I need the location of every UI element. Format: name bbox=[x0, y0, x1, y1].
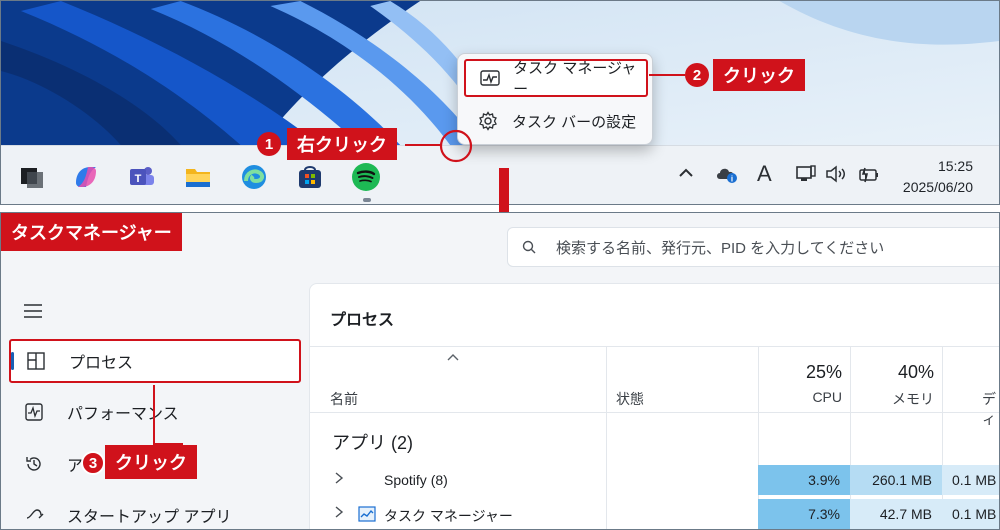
battery-icon[interactable] bbox=[857, 164, 881, 189]
nav-item-startup-apps[interactable]: スタートアップ アプリ bbox=[9, 493, 301, 529]
table-row[interactable]: Spotify (8) 3.9% 260.1 MB 0.1 MB bbox=[310, 465, 999, 495]
file-explorer-icon[interactable] bbox=[181, 160, 215, 194]
step-2-number: 2 bbox=[685, 63, 709, 87]
step-3-number: 3 bbox=[81, 451, 105, 475]
screenshot-stage: T i A 15:25 2025/06/20 タスク マネージャー タスク バー… bbox=[0, 0, 1000, 530]
search-input[interactable]: 検索する名前、発行元、PID を入力してください bbox=[507, 227, 999, 267]
processes-panel: プロセス 25% 40% 名前 状態 CPU メモリ ディ アプリ (2) Sp… bbox=[309, 283, 999, 529]
copilot-icon[interactable] bbox=[69, 160, 103, 194]
task-manager-title: タスクマネージャー bbox=[1, 213, 182, 251]
nav-item-label: パフォーマンス bbox=[67, 406, 179, 423]
column-header-cpu[interactable]: CPU bbox=[758, 389, 842, 405]
column-header-name[interactable]: 名前 bbox=[330, 389, 358, 409]
svg-text:i: i bbox=[731, 175, 733, 184]
chevron-up-icon[interactable] bbox=[677, 164, 695, 187]
teams-icon[interactable]: T bbox=[125, 160, 159, 194]
callout-connector bbox=[153, 385, 155, 443]
disk-cell: 0.1 MB bbox=[942, 499, 999, 529]
step-1-number: 1 bbox=[257, 132, 281, 156]
ime-label: A bbox=[757, 161, 772, 186]
table-row[interactable]: タスク マネージャー 7.3% 42.7 MB 0.1 MB bbox=[310, 499, 999, 529]
column-header-disk[interactable]: ディ bbox=[982, 389, 999, 429]
clock-date: 2025/06/20 bbox=[902, 179, 973, 195]
expand-chevron-icon[interactable] bbox=[334, 506, 344, 521]
clock-time: 15:25 bbox=[937, 158, 973, 174]
menu-item-task-manager[interactable]: タスク マネージャー bbox=[464, 59, 648, 98]
divider bbox=[310, 346, 999, 347]
sort-caret-icon[interactable] bbox=[446, 350, 460, 366]
windows-icon[interactable] bbox=[15, 160, 49, 194]
history-icon bbox=[25, 455, 47, 473]
menu-item-taskbar-settings[interactable]: タスク バーの設定 bbox=[464, 102, 648, 140]
startup-icon bbox=[25, 506, 47, 524]
column-header-status[interactable]: 状態 bbox=[616, 389, 644, 409]
cloud-sync-icon[interactable]: i bbox=[715, 164, 739, 189]
nav-item-performance[interactable]: パフォーマンス bbox=[9, 390, 301, 434]
hamburger-menu-icon[interactable] bbox=[23, 303, 43, 323]
ime-a-icon[interactable]: A bbox=[757, 161, 772, 187]
expand-chevron-icon[interactable] bbox=[334, 472, 344, 487]
cpu-cell: 7.3% bbox=[758, 499, 850, 529]
network-icon[interactable] bbox=[795, 164, 817, 189]
gear-icon bbox=[478, 111, 500, 131]
step-1-label: 右クリック bbox=[287, 128, 397, 160]
divider bbox=[310, 412, 999, 413]
right-click-target-circle bbox=[439, 129, 473, 163]
cpu-total-percent: 25% bbox=[805, 362, 842, 382]
search-placeholder: 検索する名前、発行元、PID を入力してください bbox=[556, 239, 885, 257]
cpu-cell: 3.9% bbox=[758, 465, 850, 495]
nav-item-label: スタートアップ アプリ bbox=[67, 509, 232, 526]
taskbar-clock[interactable]: 15:25 2025/06/20 bbox=[903, 156, 973, 198]
processes-icon bbox=[27, 352, 49, 370]
taskbar-context-menu: タスク マネージャー タスク バーの設定 bbox=[457, 53, 653, 145]
performance-icon bbox=[25, 403, 47, 421]
nav-item-label: プロセス bbox=[69, 355, 134, 372]
running-indicator bbox=[363, 198, 371, 202]
memory-total-percent: 40% bbox=[897, 362, 934, 382]
process-name: Spotify (8) bbox=[384, 472, 448, 488]
menu-item-label: タスク マネージャー bbox=[513, 60, 637, 98]
callout-connector bbox=[649, 74, 685, 76]
edge-icon[interactable] bbox=[237, 160, 271, 194]
memory-cell: 260.1 MB bbox=[850, 465, 942, 495]
menu-item-label: タスク バーの設定 bbox=[512, 113, 637, 131]
group-header-apps: アプリ (2) bbox=[332, 433, 413, 453]
process-name: タスク マネージャー bbox=[384, 508, 513, 524]
store-icon[interactable] bbox=[293, 160, 327, 194]
search-icon bbox=[522, 240, 536, 254]
spotify-icon[interactable] bbox=[349, 160, 383, 194]
disk-cell: 0.1 MB bbox=[942, 465, 999, 495]
step-2-label: クリック bbox=[713, 59, 805, 91]
step-3-label: クリック bbox=[105, 445, 197, 479]
callout-connector bbox=[405, 144, 441, 146]
task-manager-window: タスクマネージャー 検索する名前、発行元、PID を入力してください プロセス … bbox=[0, 212, 1000, 530]
nav-item-processes[interactable]: プロセス bbox=[9, 339, 301, 383]
column-header-memory[interactable]: メモリ bbox=[850, 389, 934, 409]
task-manager-app-icon bbox=[358, 506, 376, 525]
svg-text:T: T bbox=[135, 173, 142, 185]
section-title: プロセス bbox=[330, 312, 395, 329]
memory-cell: 42.7 MB bbox=[850, 499, 942, 529]
volume-icon[interactable] bbox=[825, 164, 849, 189]
activity-icon bbox=[480, 70, 501, 86]
